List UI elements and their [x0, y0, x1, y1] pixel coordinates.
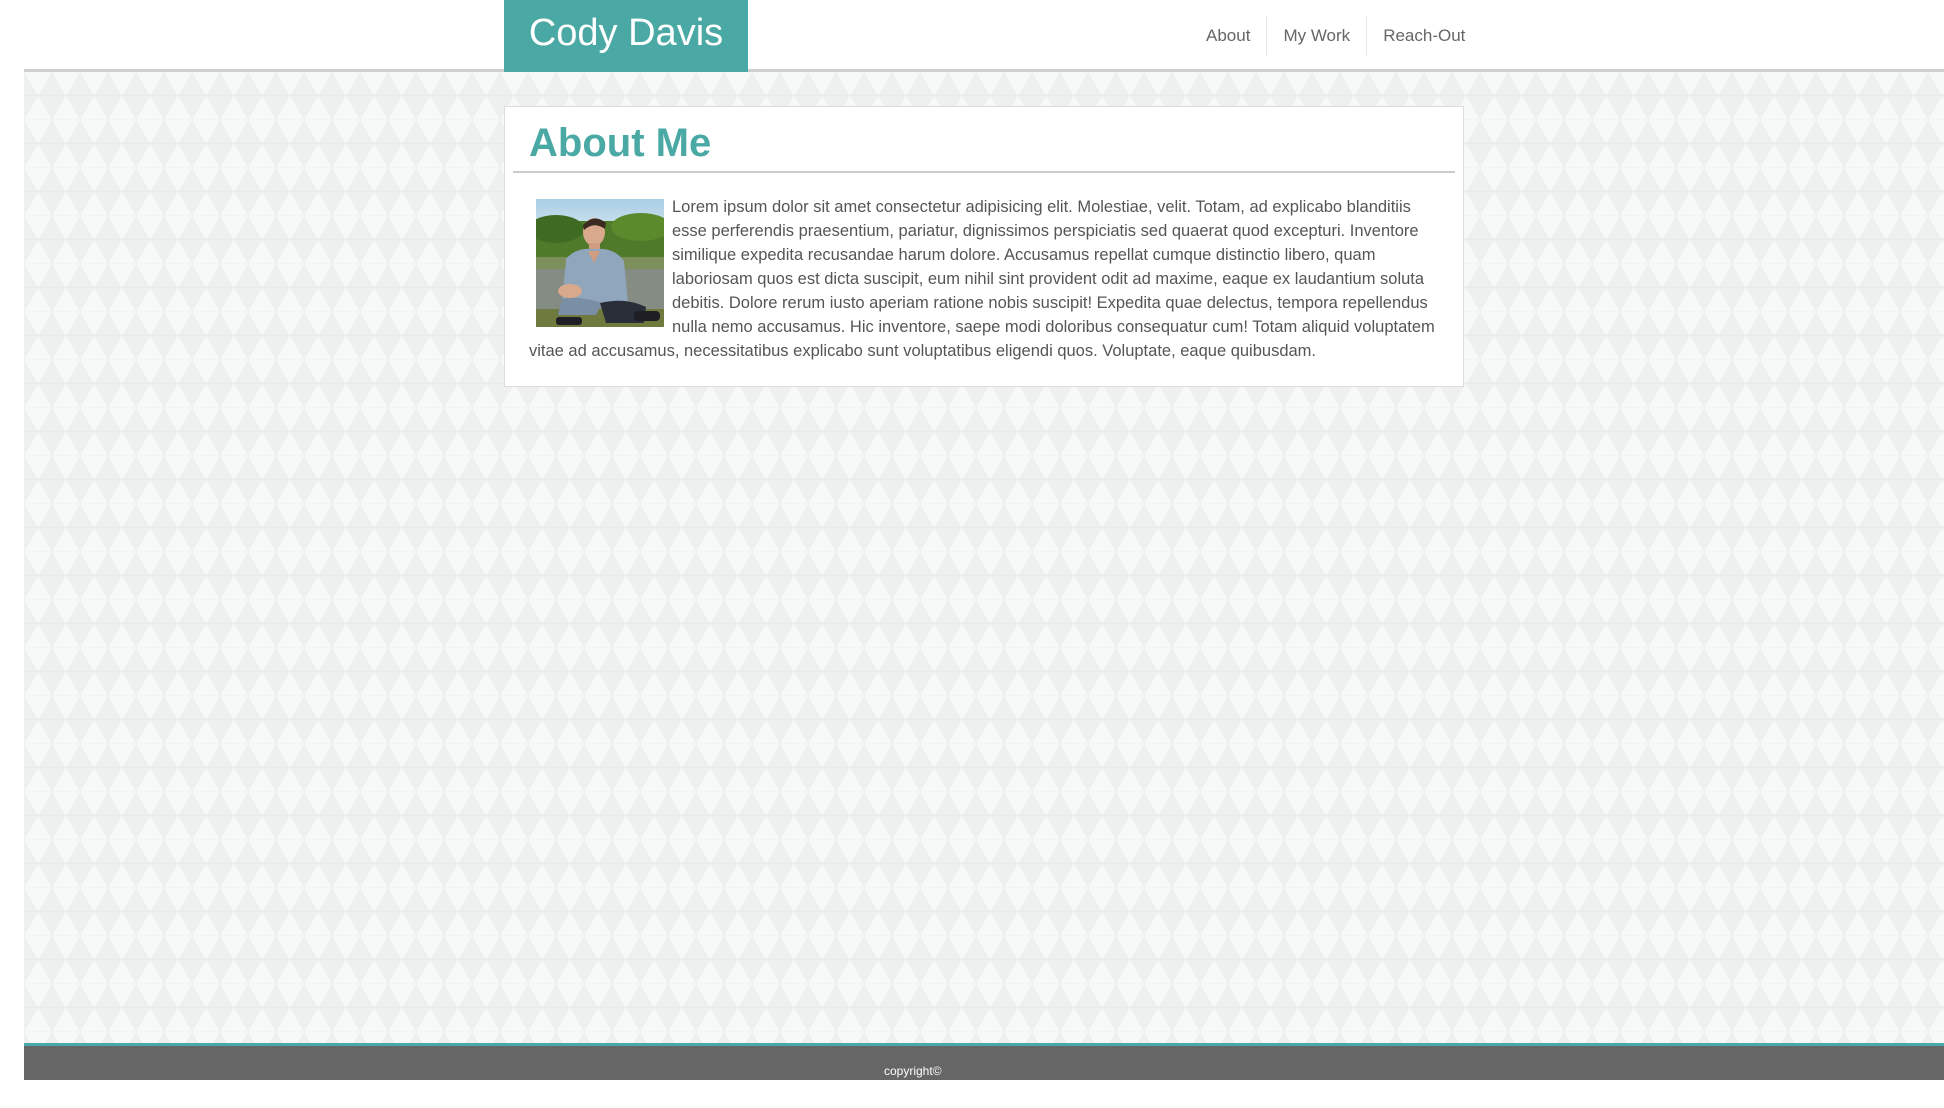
about-title: About Me [529, 121, 712, 165]
about-body: Lorem ipsum dolor sit amet consectetur a… [529, 195, 1443, 363]
nav-link-my-work[interactable]: My Work [1267, 16, 1368, 56]
nav-link-about[interactable]: About [1190, 16, 1268, 56]
page: Cody Davis About My Work Reach-Out About… [24, 0, 1944, 1080]
profile-photo [536, 199, 664, 327]
nav-link-reach-out[interactable]: Reach-Out [1367, 16, 1481, 56]
title-divider [513, 171, 1455, 173]
site-footer: copyright© [24, 1043, 1944, 1080]
brand-logo[interactable]: Cody Davis [504, 0, 748, 72]
main-nav: About My Work Reach-Out [1190, 16, 1481, 56]
profile-photo-image [536, 199, 664, 327]
about-paragraph: Lorem ipsum dolor sit amet consectetur a… [529, 198, 1435, 360]
copyright-text: copyright© [884, 1064, 942, 1078]
about-card: About Me Lorem ipsum dolor sit amet cons… [504, 106, 1464, 387]
site-header: Cody Davis About My Work Reach-Out [24, 0, 1944, 72]
